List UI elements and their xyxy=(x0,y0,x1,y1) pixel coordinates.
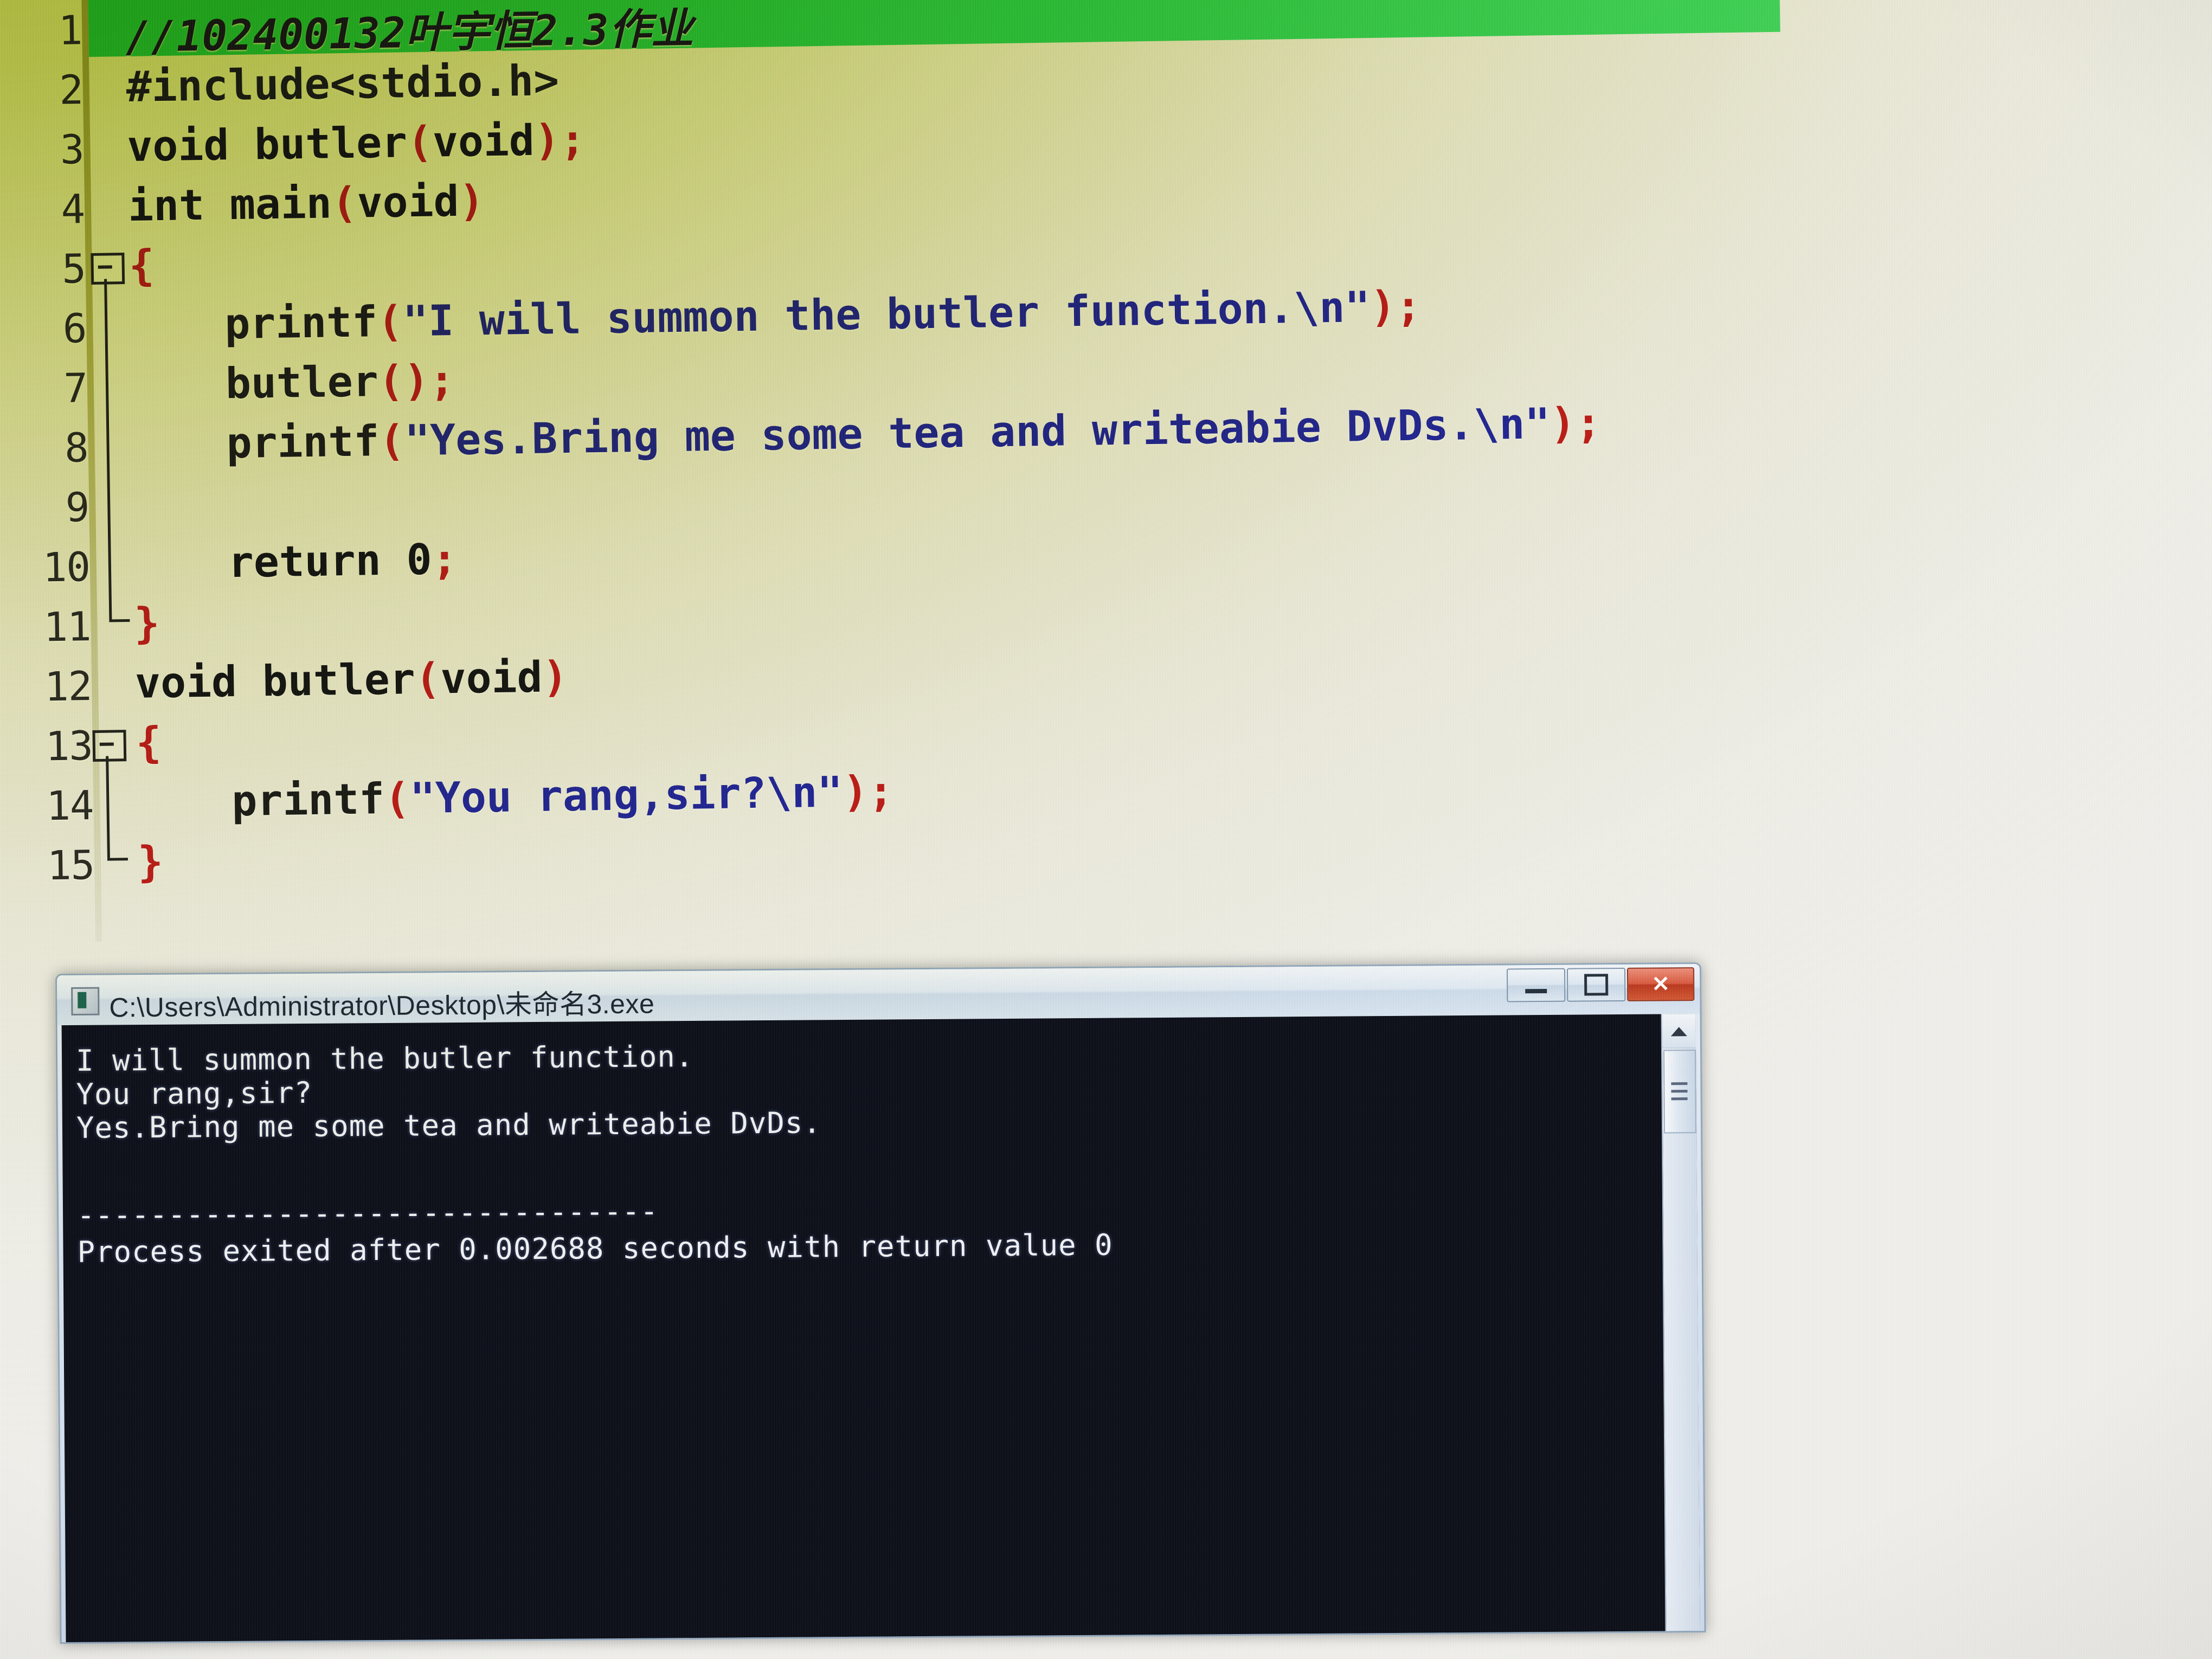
code-token-punc: } xyxy=(137,838,164,887)
line-number: 12 xyxy=(44,663,92,711)
console-scrollbar[interactable] xyxy=(1661,1014,1700,1631)
line-number: 4 xyxy=(60,186,85,233)
code-token-plain: printf xyxy=(231,775,385,826)
monitor-photo: 1//102400132叶宇恒2.3作业 2 #include<stdio.h> 3 v… xyxy=(0,0,2212,1659)
code-token-punc: ( xyxy=(377,297,403,347)
code-token-punc: (); xyxy=(378,356,455,407)
code-token-str: "I will summon the butler function.\n" xyxy=(402,282,1371,346)
code-token-kw: void xyxy=(440,653,543,704)
code-token-punc: ( xyxy=(331,178,358,228)
code-token-punc: ); xyxy=(1549,398,1602,449)
code-token-str: "Yes.Bring me some tea and writeabie DvD… xyxy=(404,400,1551,466)
scrollbar-thumb[interactable] xyxy=(1663,1050,1697,1134)
code-fold-end xyxy=(107,858,128,861)
line-number: 1 xyxy=(58,7,82,54)
code-token-plain: printf xyxy=(224,298,378,349)
console-output-line: -------------------------------- xyxy=(76,1194,659,1233)
code-token-plain: printf xyxy=(226,417,380,468)
line-number: 11 xyxy=(43,603,92,651)
console-window[interactable]: C:\Users\Administrator\Desktop\未命名3.exe … xyxy=(55,962,1706,1644)
console-window-icon xyxy=(71,987,100,1015)
code-token-punc: ); xyxy=(842,767,894,817)
code-text: return 0; xyxy=(228,535,458,587)
code-text: printf("You rang,sir?\n"); xyxy=(232,767,894,826)
code-text: int main(void) xyxy=(127,177,485,231)
console-output-line: Process exited after 0.002688 seconds wi… xyxy=(77,1227,1113,1270)
code-token-punc: ) xyxy=(542,653,569,702)
code-text: { xyxy=(128,241,155,291)
line-number: 8 xyxy=(64,425,89,472)
code-token-kw: int main xyxy=(127,179,332,231)
scroll-up-arrow-icon[interactable] xyxy=(1662,1014,1696,1049)
code-token-punc: ( xyxy=(414,654,441,704)
code-token-punc: ; xyxy=(431,535,458,584)
console-output-line: You rang,sir? xyxy=(76,1075,313,1111)
code-token-punc: ( xyxy=(384,774,410,824)
console-output-area[interactable]: I will summon the butler function. You ra… xyxy=(61,1014,1700,1643)
code-token-kw: return 0 xyxy=(228,535,433,588)
code-fold-toggle[interactable] xyxy=(91,253,125,285)
code-token-plain: #include<stdio.h> xyxy=(126,56,560,112)
code-token-kw: void butler xyxy=(134,655,416,708)
code-token-punc: ); xyxy=(534,115,586,165)
line-number: 14 xyxy=(46,782,94,830)
code-token-kw: void xyxy=(357,177,460,228)
window-controls: ✕ xyxy=(1505,967,1695,1002)
maximize-button[interactable] xyxy=(1566,967,1626,1002)
console-prompt-line: 请按任意键继续. . . xyxy=(80,1641,512,1642)
line-number: 5 xyxy=(61,246,86,293)
code-fold-toggle[interactable] xyxy=(92,730,127,762)
code-text: void butler(void); xyxy=(127,115,586,171)
code-token-punc: } xyxy=(133,599,160,648)
code-token-punc: ( xyxy=(407,118,433,168)
code-token-punc: ( xyxy=(378,416,405,466)
line-number: 6 xyxy=(62,305,87,352)
code-editor[interactable]: 1//102400132叶宇恒2.3作业 2 #include<stdio.h> 3 v… xyxy=(0,0,2212,954)
code-token-punc: ) xyxy=(458,177,485,226)
line-number: 2 xyxy=(59,67,83,114)
line-number: 13 xyxy=(45,723,93,770)
line-number: 9 xyxy=(65,484,89,531)
code-text: { xyxy=(136,718,162,768)
console-output-line: Yes.Bring me some tea and writeabie DvDs… xyxy=(76,1105,822,1145)
line-number: 15 xyxy=(47,842,95,890)
code-text: } xyxy=(137,838,163,887)
code-text: void butler(void) xyxy=(134,653,568,708)
line-number: 10 xyxy=(42,544,91,591)
line-number: 7 xyxy=(63,365,88,412)
code-text: #include<stdio.h> xyxy=(126,56,560,112)
code-fold-end xyxy=(109,619,130,622)
close-button[interactable]: ✕ xyxy=(1626,967,1695,1001)
code-text: } xyxy=(134,599,160,648)
close-icon: ✕ xyxy=(1651,972,1670,996)
console-output-line: I will summon the butler function. xyxy=(75,1039,694,1078)
code-token-punc: { xyxy=(136,718,162,768)
code-token-str: "You rang,sir?\n" xyxy=(409,768,844,824)
code-token-punc: { xyxy=(128,241,155,291)
minimize-button[interactable] xyxy=(1506,968,1566,1002)
code-token-punc: ); xyxy=(1369,282,1422,332)
code-token-plain: butler xyxy=(225,357,379,409)
code-token-kw: void butler xyxy=(126,118,408,171)
code-text: butler(); xyxy=(225,356,455,408)
console-title: C:\Users\Administrator\Desktop\未命名3.exe xyxy=(109,988,655,1023)
line-number: 3 xyxy=(60,126,85,173)
code-token-kw: void xyxy=(432,116,535,167)
